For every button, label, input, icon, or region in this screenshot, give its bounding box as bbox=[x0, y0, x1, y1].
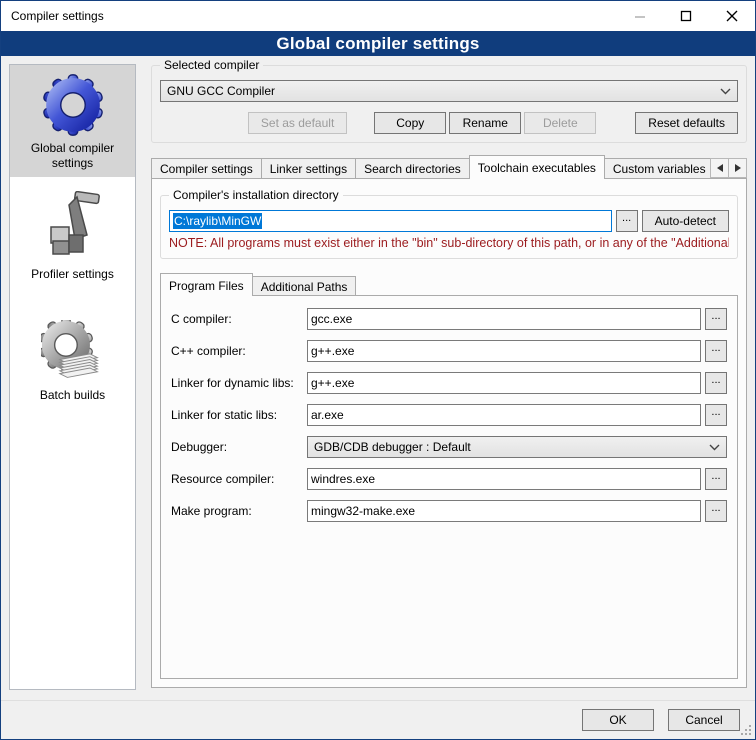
auto-detect-button[interactable]: Auto-detect bbox=[642, 210, 729, 232]
c-compiler-label: C compiler: bbox=[171, 312, 303, 326]
minimize-button[interactable] bbox=[617, 1, 663, 31]
make-program-value: mingw32-make.exe bbox=[311, 504, 415, 518]
tab-program-files[interactable]: Program Files bbox=[160, 273, 253, 296]
static-linker-value: ar.exe bbox=[311, 408, 344, 422]
dynamic-linker-browse-button[interactable]: ... bbox=[705, 372, 727, 394]
compiler-select-value: GNU GCC Compiler bbox=[167, 84, 275, 98]
cpp-compiler-browse-button[interactable]: ... bbox=[705, 340, 727, 362]
resource-compiler-input[interactable]: windres.exe bbox=[307, 468, 701, 490]
toolchain-executables-page: Compiler's installation directory C:\ray… bbox=[151, 178, 747, 688]
caliper-icon bbox=[41, 191, 105, 263]
sidebar-item-label: Profiler settings bbox=[14, 267, 131, 282]
c-compiler-input[interactable]: gcc.exe bbox=[307, 308, 701, 330]
gear-paper-stack-icon bbox=[41, 320, 105, 384]
installation-directory-browse-button[interactable]: ... bbox=[616, 210, 638, 232]
resource-compiler-label: Resource compiler: bbox=[171, 472, 303, 486]
debugger-label: Debugger: bbox=[171, 440, 303, 454]
delete-button[interactable]: Delete bbox=[524, 112, 596, 134]
arrow-right-icon bbox=[735, 164, 741, 172]
compiler-buttons-row: Set as default Copy Rename Delete Reset … bbox=[160, 112, 738, 134]
tab-toolchain-executables[interactable]: Toolchain executables bbox=[469, 155, 605, 179]
blue-gear-icon bbox=[41, 73, 105, 137]
minimize-icon bbox=[634, 10, 646, 22]
program-files-tabstrip: Program Files Additional Paths bbox=[160, 273, 738, 296]
tab-custom-variables[interactable]: Custom variables bbox=[604, 158, 715, 179]
tab-search-directories[interactable]: Search directories bbox=[355, 158, 470, 179]
window-titlebar[interactable]: Compiler settings bbox=[1, 1, 755, 31]
debugger-select[interactable]: GDB/CDB debugger : Default bbox=[307, 436, 727, 458]
make-program-browse-button[interactable]: ... bbox=[705, 500, 727, 522]
banner-title: Global compiler settings bbox=[276, 34, 479, 54]
c-compiler-browse-button[interactable]: ... bbox=[705, 308, 727, 330]
dynamic-linker-label: Linker for dynamic libs: bbox=[171, 376, 303, 390]
close-icon bbox=[726, 10, 738, 22]
sidebar-item-label: Batch builds bbox=[14, 388, 131, 403]
chevron-down-icon bbox=[709, 444, 720, 451]
tab-compiler-settings[interactable]: Compiler settings bbox=[151, 158, 262, 179]
tab-scroll-right-button[interactable] bbox=[728, 158, 747, 178]
tab-additional-paths[interactable]: Additional Paths bbox=[252, 276, 357, 296]
static-linker-label: Linker for static libs: bbox=[171, 408, 303, 422]
cpp-compiler-value: g++.exe bbox=[311, 344, 354, 358]
maximize-icon bbox=[680, 10, 692, 22]
tab-scroll-buttons bbox=[711, 158, 747, 178]
resource-compiler-value: windres.exe bbox=[311, 472, 375, 486]
dialog-footer: OK Cancel bbox=[1, 700, 755, 739]
compiler-settings-dialog: Compiler settings Global compiler settin… bbox=[0, 0, 756, 740]
window-title: Compiler settings bbox=[1, 9, 104, 23]
cancel-button[interactable]: Cancel bbox=[668, 709, 740, 731]
main-panel: Selected compiler GNU GCC Compiler Set a… bbox=[151, 65, 747, 688]
static-linker-browse-button[interactable]: ... bbox=[705, 404, 727, 426]
installation-directory-groupbox: Compiler's installation directory C:\ray… bbox=[160, 195, 738, 259]
dialog-banner: Global compiler settings bbox=[1, 31, 755, 56]
settings-tabstrip: Compiler settings Linker settings Search… bbox=[151, 155, 747, 179]
chevron-down-icon bbox=[720, 88, 731, 95]
toolchain-fields: C compiler: gcc.exe ... C++ compiler: g+… bbox=[171, 308, 727, 522]
program-files-panel: C compiler: gcc.exe ... C++ compiler: g+… bbox=[160, 295, 738, 679]
sidebar-item-profiler-settings[interactable]: Profiler settings bbox=[10, 183, 135, 288]
installation-directory-input[interactable]: C:\raylib\MinGW bbox=[169, 210, 612, 232]
dynamic-linker-input[interactable]: g++.exe bbox=[307, 372, 701, 394]
static-linker-input[interactable]: ar.exe bbox=[307, 404, 701, 426]
settings-category-list: Global compiler settings Profiler settin… bbox=[9, 64, 136, 690]
make-program-label: Make program: bbox=[171, 504, 303, 518]
selected-compiler-legend: Selected compiler bbox=[160, 58, 263, 72]
close-button[interactable] bbox=[709, 1, 755, 31]
resize-grip[interactable] bbox=[749, 733, 751, 735]
reset-defaults-button[interactable]: Reset defaults bbox=[635, 112, 738, 134]
cpp-compiler-label: C++ compiler: bbox=[171, 344, 303, 358]
rename-button[interactable]: Rename bbox=[449, 112, 521, 134]
sidebar-item-global-compiler-settings[interactable]: Global compiler settings bbox=[10, 65, 135, 177]
ok-button[interactable]: OK bbox=[582, 709, 654, 731]
make-program-input[interactable]: mingw32-make.exe bbox=[307, 500, 701, 522]
c-compiler-value: gcc.exe bbox=[311, 312, 352, 326]
caption-buttons bbox=[617, 1, 755, 31]
resource-compiler-browse-button[interactable]: ... bbox=[705, 468, 727, 490]
installation-directory-row: C:\raylib\MinGW ... Auto-detect bbox=[169, 210, 729, 232]
sidebar-item-label: Global compiler settings bbox=[14, 141, 131, 171]
copy-button[interactable]: Copy bbox=[374, 112, 446, 134]
bin-subdirectory-note: NOTE: All programs must exist either in … bbox=[169, 236, 729, 250]
selected-text: C:\raylib\MinGW bbox=[173, 213, 262, 229]
tab-scroll-left-button[interactable] bbox=[710, 158, 729, 178]
cpp-compiler-input[interactable]: g++.exe bbox=[307, 340, 701, 362]
set-as-default-button[interactable]: Set as default bbox=[248, 112, 347, 134]
sidebar-item-batch-builds[interactable]: Batch builds bbox=[10, 312, 135, 409]
compiler-select[interactable]: GNU GCC Compiler bbox=[160, 80, 738, 102]
installation-directory-legend: Compiler's installation directory bbox=[169, 188, 343, 202]
selected-compiler-groupbox: Selected compiler GNU GCC Compiler Set a… bbox=[151, 65, 747, 143]
debugger-select-value: GDB/CDB debugger : Default bbox=[314, 440, 471, 454]
dynamic-linker-value: g++.exe bbox=[311, 376, 354, 390]
arrow-left-icon bbox=[717, 164, 723, 172]
tab-linker-settings[interactable]: Linker settings bbox=[261, 158, 356, 179]
maximize-button[interactable] bbox=[663, 1, 709, 31]
